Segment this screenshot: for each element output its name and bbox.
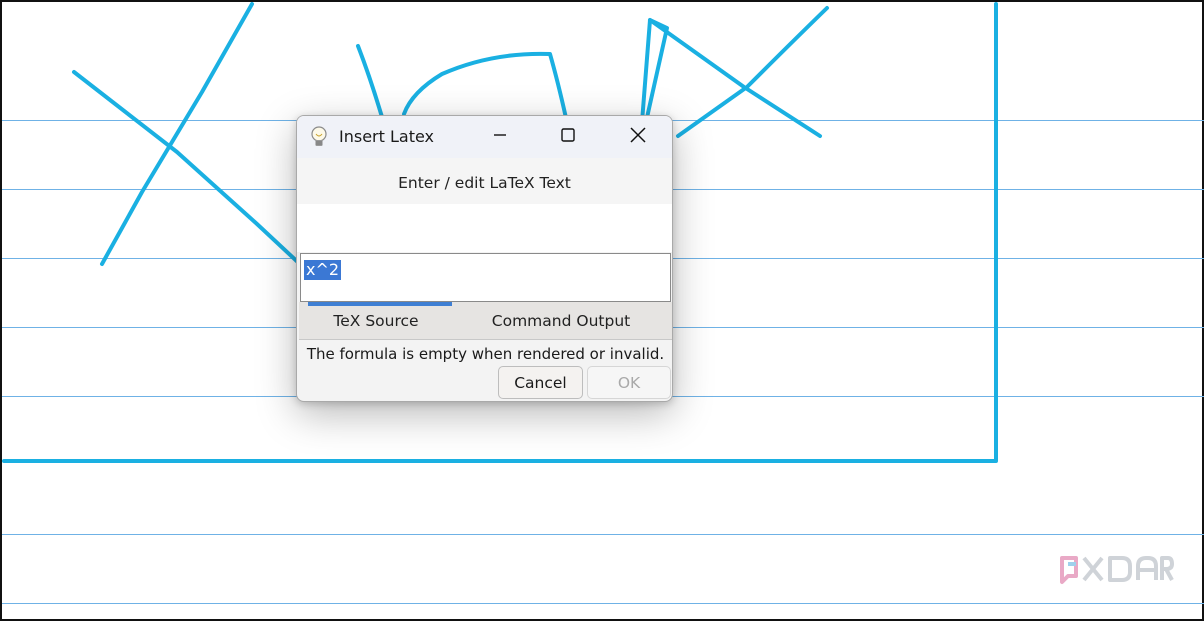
dialog-titlebar[interactable]: Insert Latex xyxy=(297,116,672,158)
xda-logo xyxy=(1058,552,1174,586)
maximize-button[interactable] xyxy=(548,122,588,152)
tab-command-output[interactable]: Command Output xyxy=(457,302,665,339)
latex-source-editor[interactable]: x^2 xyxy=(300,253,671,302)
close-button[interactable] xyxy=(618,122,658,152)
header-label: Enter / edit LaTeX Text xyxy=(398,174,571,192)
minimize-button[interactable] xyxy=(480,122,520,152)
minimize-icon xyxy=(492,127,508,147)
maximize-icon xyxy=(560,127,576,147)
cancel-button[interactable]: Cancel xyxy=(498,366,583,399)
lightbulb-icon xyxy=(309,125,329,149)
close-icon xyxy=(629,126,647,148)
tab-bar: TeX Source Command Output xyxy=(299,302,672,340)
formula-preview xyxy=(297,204,672,252)
ok-button[interactable]: OK xyxy=(587,366,671,399)
insert-latex-dialog: Insert Latex Enter / edit LaTeX Text x^2… xyxy=(296,115,673,402)
selected-source-text[interactable]: x^2 xyxy=(304,260,342,280)
dialog-title: Insert Latex xyxy=(339,127,434,146)
status-message: The formula is empty when rendered or in… xyxy=(306,345,665,363)
dialog-header: Enter / edit LaTeX Text xyxy=(297,158,672,204)
tab-tex-source[interactable]: TeX Source xyxy=(299,302,453,339)
